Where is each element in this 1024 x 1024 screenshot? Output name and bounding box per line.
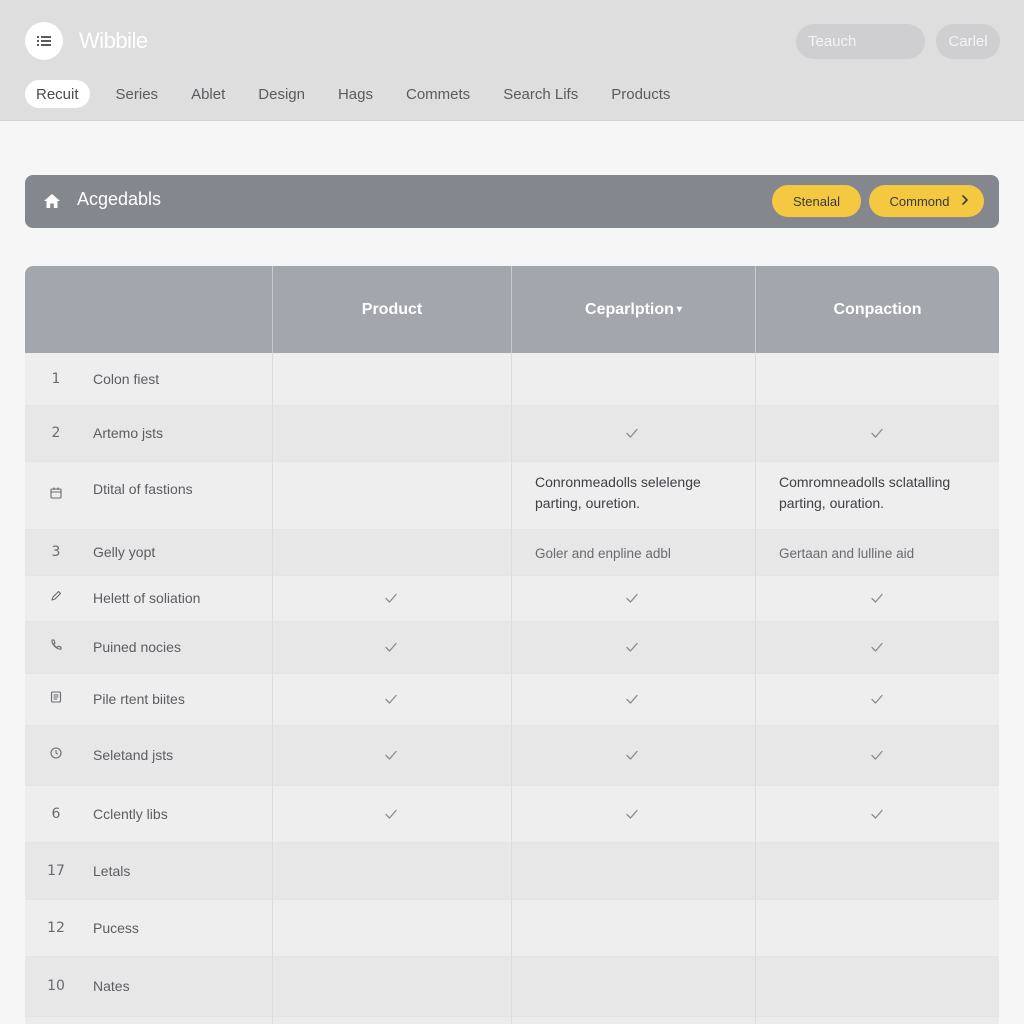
- tab-recuit[interactable]: Recuit: [25, 80, 90, 108]
- row-label: Cclently libs: [93, 805, 168, 822]
- row-number: 17: [47, 862, 65, 879]
- row-label: Puined nocies: [93, 639, 181, 655]
- column-header-conpaction-label: Conpaction: [833, 300, 922, 318]
- checkmark-icon: [626, 593, 638, 603]
- column-header-product-label: Product: [361, 300, 423, 318]
- checkmark-icon: [626, 428, 638, 438]
- checkmark-icon: [385, 593, 397, 603]
- row-label: Letals: [93, 862, 131, 879]
- command-button-label: Commond: [889, 193, 950, 209]
- table-row[interactable]: 17 Letals: [25, 843, 999, 900]
- cell-description: Conronmeadolls selelenge parting, oureti…: [535, 474, 701, 511]
- column-header-ceparlption-label: Ceparlption: [585, 300, 674, 318]
- table-row[interactable]: 10 Nates: [25, 957, 999, 1017]
- row-number: 3: [51, 544, 61, 560]
- row-label: Pile rtent biites: [93, 691, 185, 707]
- cell-description: Goler and enpline adbl: [535, 546, 671, 561]
- document-icon: [50, 691, 62, 703]
- list-icon: [37, 36, 51, 46]
- table-row[interactable]: Seletand jsts: [25, 726, 999, 786]
- table-row[interactable]: 6 Cclently libs: [25, 786, 999, 843]
- checkmark-icon: [871, 694, 883, 704]
- menu-button[interactable]: [25, 22, 63, 60]
- tab-hags[interactable]: Hags: [327, 80, 384, 108]
- checkmark-icon: [385, 809, 397, 819]
- checkmark-icon: [626, 809, 638, 819]
- table-row[interactable]: 1 Colon fiest: [25, 353, 999, 406]
- row-label: Gelly yopt: [93, 544, 156, 560]
- cell-description: Gertaan and lulline aid: [779, 546, 915, 561]
- column-header-product[interactable]: Product: [272, 266, 511, 353]
- row-label: Seletand jsts: [93, 747, 174, 763]
- calendar-icon: [50, 487, 62, 499]
- row-label: Helett of soliation: [93, 590, 201, 606]
- checkmark-icon: [626, 750, 638, 760]
- table-header: Product Ceparlption ▾ Conpaction: [25, 266, 999, 353]
- home-icon[interactable]: [43, 192, 61, 210]
- column-header-blank: [25, 266, 272, 353]
- row-number: 12: [47, 919, 65, 936]
- sort-caret-icon: ▾: [676, 304, 682, 315]
- row-number: 1: [51, 370, 61, 387]
- checkmark-icon: [871, 642, 883, 652]
- row-number: 6: [51, 805, 61, 822]
- row-label: Colon fiest: [93, 370, 160, 387]
- column-divider: [511, 353, 512, 1024]
- pen-icon: [51, 590, 62, 601]
- row-label: Nates: [93, 978, 130, 994]
- command-button[interactable]: Commond: [869, 185, 984, 217]
- tab-ablet[interactable]: Ablet: [180, 80, 236, 108]
- table-row[interactable]: 2 Artemo jsts: [25, 406, 999, 462]
- column-divider: [272, 353, 273, 1024]
- table-row[interactable]: Puined nocies: [25, 622, 999, 674]
- row-label: Dtital of fastions: [93, 481, 193, 497]
- tab-commets[interactable]: Commets: [395, 80, 481, 108]
- top-header: Wibbile Carlel Recuit Series Ablet Desig…: [0, 0, 1024, 121]
- tab-series[interactable]: Series: [105, 80, 170, 108]
- checkmark-icon: [385, 694, 397, 704]
- column-divider: [755, 353, 756, 1024]
- phone-icon: [51, 639, 62, 650]
- checkmark-icon: [871, 593, 883, 603]
- checkmark-icon: [626, 694, 638, 704]
- tab-design[interactable]: Design: [247, 80, 316, 108]
- action-bar: Acgedabls Stenalal Commond: [25, 175, 999, 228]
- table-row[interactable]: 12 Pucess: [25, 900, 999, 957]
- column-header-ceparlption[interactable]: Ceparlption ▾: [511, 266, 755, 353]
- chevron-right-icon: [962, 195, 968, 205]
- cell-description: Comromneadolls sclatalling parting, oura…: [779, 474, 951, 511]
- checkmark-icon: [871, 750, 883, 760]
- checkmark-icon: [626, 642, 638, 652]
- cancel-button[interactable]: Carlel: [936, 24, 1000, 59]
- column-header-conpaction[interactable]: Conpaction: [755, 266, 999, 353]
- checkmark-icon: [871, 809, 883, 819]
- row-label: Pucess: [93, 919, 139, 936]
- checkmark-icon: [385, 642, 397, 652]
- nav-tabs: Recuit Series Ablet Design Hags Commets …: [25, 80, 692, 108]
- table-row[interactable]: Dtital of fastions Conronmeadolls selelen…: [25, 462, 999, 530]
- table-row[interactable]: 3 Gelly yopt Goler and enpline adbl Gertaan…: [25, 530, 999, 576]
- row-number: 2: [51, 425, 61, 441]
- tab-products[interactable]: Products: [600, 80, 681, 108]
- tab-search-lifs[interactable]: Search Lifs: [492, 80, 589, 108]
- app-title: Wibbile: [79, 28, 148, 53]
- search-input[interactable]: [796, 24, 925, 59]
- row-label: Artemo jsts: [93, 425, 164, 441]
- checkmark-icon: [871, 428, 883, 438]
- section-title: Acgedabls: [77, 189, 162, 209]
- table-row[interactable]: Pile rtent biites: [25, 674, 999, 726]
- table-row[interactable]: Helett of soliation: [25, 576, 999, 622]
- clock-icon: [50, 747, 62, 759]
- standard-button[interactable]: Stenalal: [772, 185, 861, 217]
- row-number: 10: [47, 978, 65, 994]
- comparison-table: Product Ceparlption ▾ Conpaction 1 Colon …: [25, 266, 999, 1024]
- checkmark-icon: [385, 750, 397, 760]
